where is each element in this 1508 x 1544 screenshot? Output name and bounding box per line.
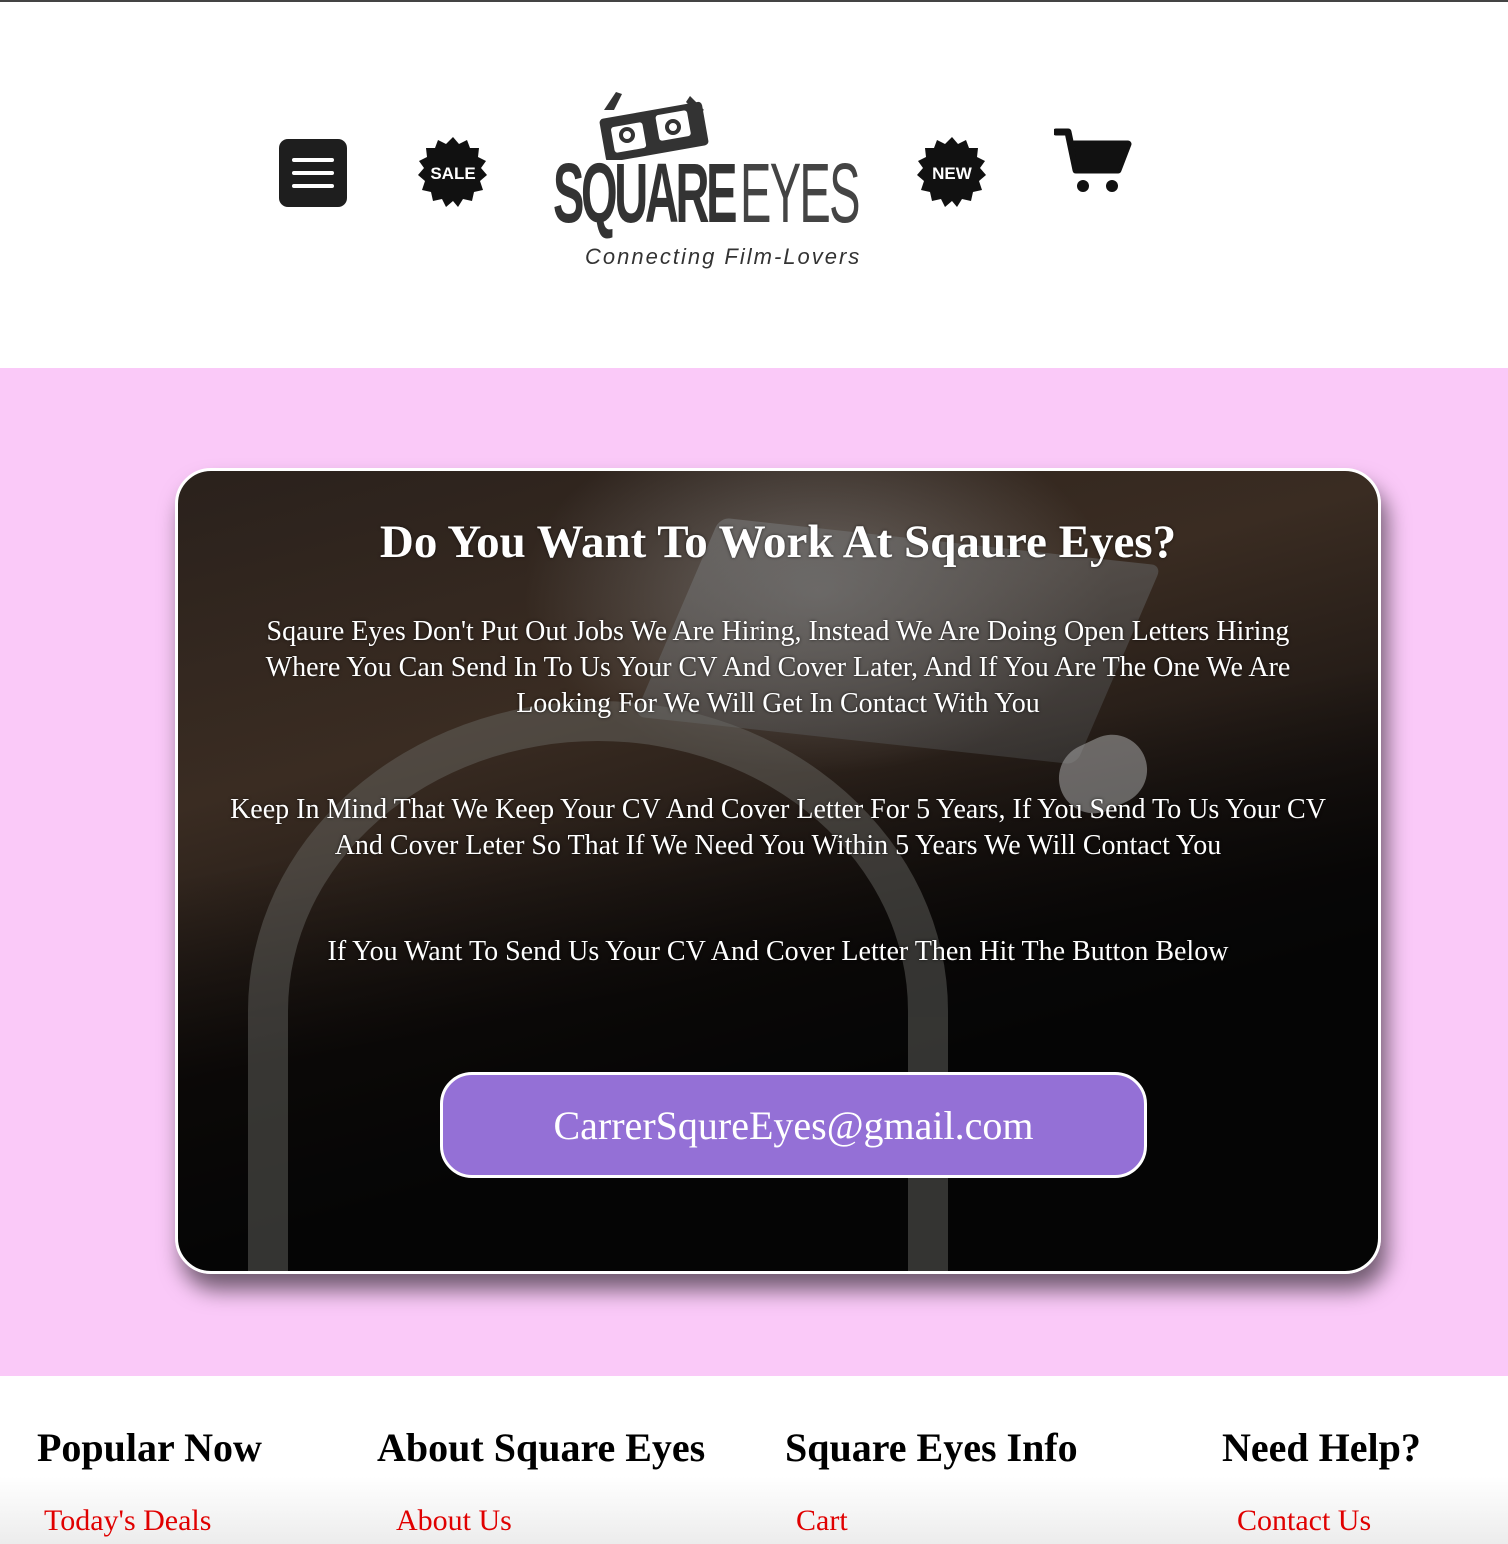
- careers-paragraph-retention: Keep In Mind That We Keep Your CV And Co…: [230, 794, 1326, 861]
- menu-bar: [292, 171, 334, 175]
- site-header: SALE SQUARE EYES Connecting Film-Lovers …: [0, 2, 1508, 368]
- careers-paragraph-open-letters: Sqaure Eyes Don't Put Out Jobs We Are Hi…: [265, 616, 1291, 719]
- menu-bar: [292, 184, 334, 188]
- hamburger-menu-icon[interactable]: [279, 139, 347, 207]
- sale-badge-icon[interactable]: SALE: [415, 135, 491, 211]
- footer-heading: Square Eyes Info: [785, 1425, 1078, 1470]
- careers-paragraph-instructions: If You Want To Send Us Your CV And Cover…: [327, 936, 1229, 967]
- footer-link-cart[interactable]: Cart: [796, 1504, 848, 1538]
- svg-text:NEW: NEW: [932, 164, 973, 183]
- footer-heading: Need Help?: [1222, 1425, 1421, 1470]
- cart-icon[interactable]: [1054, 126, 1132, 198]
- footer-link-todays-deals[interactable]: Today's Deals: [44, 1504, 211, 1538]
- careers-section: Do You Want To Work At Sqaure Eyes? Sqau…: [0, 368, 1508, 1376]
- logo-word-eyes: EYES: [740, 146, 860, 240]
- new-badge-icon[interactable]: NEW: [914, 135, 990, 211]
- site-footer: Popular Now Today's Deals About Square E…: [0, 1376, 1508, 1544]
- email-button[interactable]: CarrerSqureEyes@gmail.com: [440, 1072, 1147, 1178]
- footer-link-about-us[interactable]: About Us: [396, 1504, 512, 1538]
- menu-bar: [292, 158, 334, 162]
- footer-heading: Popular Now: [37, 1425, 262, 1470]
- footer-link-contact-us[interactable]: Contact Us: [1237, 1504, 1371, 1538]
- careers-title: Do You Want To Work At Sqaure Eyes?: [379, 516, 1177, 568]
- svg-text:SALE: SALE: [430, 164, 475, 183]
- careers-card: Do You Want To Work At Sqaure Eyes? Sqau…: [175, 468, 1381, 1274]
- logo-word-square: SQUARE: [553, 146, 737, 240]
- square-eyes-logo[interactable]: SQUARE EYES Connecting Film-Lovers: [548, 80, 860, 280]
- footer-heading: About Square Eyes: [377, 1425, 706, 1470]
- careers-content: Do You Want To Work At Sqaure Eyes? Sqau…: [178, 471, 1378, 1271]
- logo-tagline: Connecting Film-Lovers: [585, 244, 862, 269]
